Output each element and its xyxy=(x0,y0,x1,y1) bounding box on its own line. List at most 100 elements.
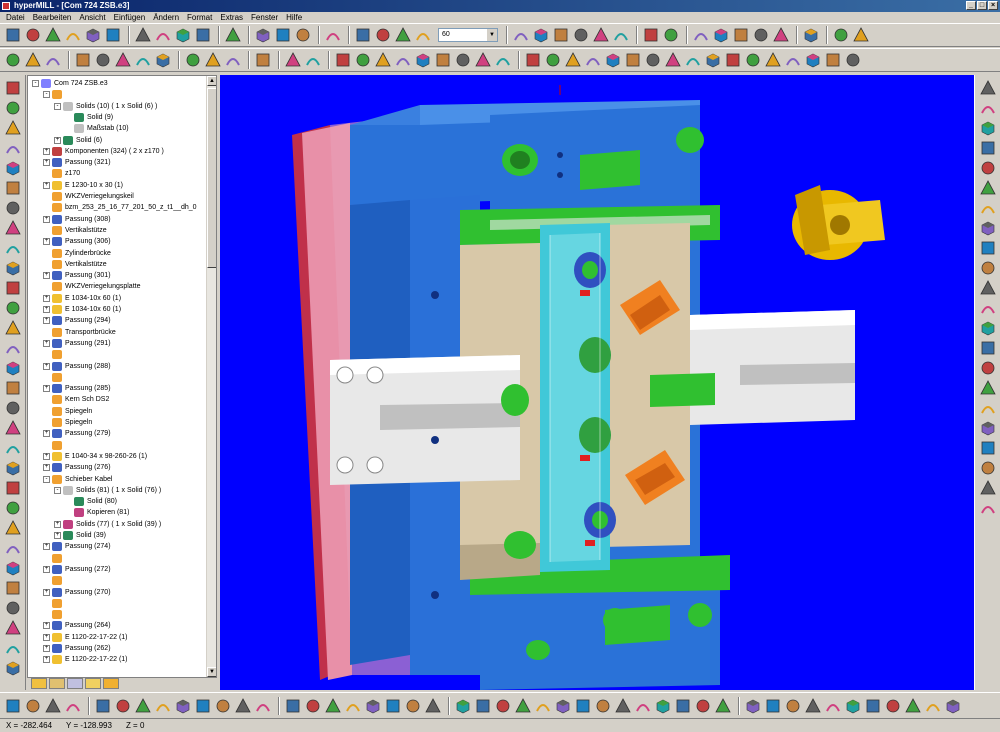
expand-icon[interactable]: + xyxy=(43,385,50,393)
tree-item[interactable]: + Komponenten (324) ( 2 x z170 ) xyxy=(43,146,164,157)
scroll-thumb[interactable] xyxy=(207,88,216,268)
box-icon[interactable] xyxy=(852,26,870,44)
print-preview-icon[interactable] xyxy=(354,26,372,44)
right-tool-18-icon[interactable] xyxy=(979,419,997,436)
fillet-icon[interactable] xyxy=(772,26,790,44)
edge-10-icon[interactable] xyxy=(704,51,722,69)
right-tool-10-icon[interactable] xyxy=(979,259,997,275)
filter-icon[interactable] xyxy=(24,51,42,69)
tree-item[interactable]: bzm_253_25_16_77_201_50_z_t1__dh_0 xyxy=(43,202,197,213)
left-tool-22-icon[interactable] xyxy=(4,499,22,515)
blue-6-icon[interactable] xyxy=(554,697,572,715)
tree-item[interactable]: Transportbrücke xyxy=(43,327,116,338)
expand-icon[interactable]: + xyxy=(43,633,50,641)
bulb-icon[interactable] xyxy=(374,26,392,44)
view-side-icon[interactable] xyxy=(224,51,242,69)
tool-6-icon[interactable] xyxy=(844,697,862,715)
tree-item[interactable] xyxy=(43,575,65,586)
collapse-icon[interactable]: - xyxy=(43,91,50,99)
color-icon[interactable] xyxy=(414,26,432,44)
right-tool-12-icon[interactable] xyxy=(979,299,997,315)
tree-item[interactable] xyxy=(43,349,65,360)
arc-3-icon[interactable] xyxy=(642,26,660,44)
tree-item[interactable]: + Solid (6) xyxy=(54,135,102,146)
view-front-icon[interactable] xyxy=(184,51,202,69)
tree-item[interactable]: + Passung (279) xyxy=(43,428,111,439)
left-tool-3-icon[interactable] xyxy=(4,119,22,135)
line-icon[interactable] xyxy=(592,26,610,44)
tree-item[interactable]: + Passung (291) xyxy=(43,338,111,349)
tree-item[interactable]: WKZVerriegelungskeil xyxy=(43,191,134,202)
surf-7-icon[interactable] xyxy=(454,51,472,69)
blue-4-icon[interactable] xyxy=(514,697,532,715)
tree-item[interactable]: - xyxy=(43,89,65,100)
tree-item[interactable]: - Solids (10) ( 1 x Solid (6) ) xyxy=(54,101,157,112)
browser-tab-tools[interactable] xyxy=(103,678,119,689)
tree-item[interactable]: z170 xyxy=(43,168,80,179)
tree-item[interactable]: + Passung (321) xyxy=(43,157,111,168)
tool-7-icon[interactable] xyxy=(864,697,882,715)
bool-4-icon[interactable] xyxy=(344,697,362,715)
left-tool-4-icon[interactable] xyxy=(4,139,22,155)
tree-item[interactable]: + E 1034-10x 60 (1) xyxy=(43,293,121,304)
expand-icon[interactable]: + xyxy=(43,656,50,664)
tool-8-icon[interactable] xyxy=(884,697,902,715)
bool-7-icon[interactable] xyxy=(404,697,422,715)
right-tool-14-icon[interactable] xyxy=(979,339,997,355)
expand-icon[interactable]: + xyxy=(43,159,50,167)
collapse-icon[interactable]: - xyxy=(43,475,50,483)
expand-icon[interactable]: + xyxy=(43,543,50,551)
right-tool-13-icon[interactable] xyxy=(979,319,997,336)
browser-tab-jobs[interactable] xyxy=(85,678,101,689)
feature-5-icon[interactable] xyxy=(174,697,192,715)
blue-2-icon[interactable] xyxy=(474,697,492,715)
view-top-icon[interactable] xyxy=(204,51,222,69)
feature-9-icon[interactable] xyxy=(254,697,272,715)
right-tool-19-icon[interactable] xyxy=(979,439,997,455)
left-tool-13-icon[interactable] xyxy=(4,319,22,335)
bool-5-icon[interactable] xyxy=(364,697,382,715)
blue-9-icon[interactable] xyxy=(614,697,632,715)
edge-14-icon[interactable] xyxy=(784,51,802,69)
right-tool-4-icon[interactable] xyxy=(979,139,997,155)
expand-icon[interactable]: + xyxy=(43,430,50,438)
save-icon[interactable] xyxy=(44,26,62,44)
tree-item[interactable]: WKZVerriegelungsplatte xyxy=(43,281,140,292)
trim-icon[interactable] xyxy=(712,26,730,44)
blue-8-icon[interactable] xyxy=(594,697,612,715)
right-tool-5-icon[interactable] xyxy=(979,159,997,175)
tree-item[interactable] xyxy=(43,372,65,383)
feature-7-icon[interactable] xyxy=(214,697,232,715)
tree-item[interactable]: + Passung (288) xyxy=(43,361,111,372)
right-tool-17-icon[interactable] xyxy=(979,399,997,415)
left-tool-8-icon[interactable] xyxy=(4,219,22,235)
print-icon[interactable] xyxy=(64,26,82,44)
blue-7-icon[interactable] xyxy=(574,697,592,715)
left-tool-23-icon[interactable] xyxy=(4,519,22,535)
tree-item[interactable]: + Passung (301) xyxy=(43,270,111,281)
left-tool-27-icon[interactable] xyxy=(4,599,22,615)
expand-icon[interactable]: + xyxy=(43,622,50,630)
wire-icon[interactable] xyxy=(114,51,132,69)
menu-item[interactable]: Fenster xyxy=(247,12,282,23)
menu-item[interactable]: Format xyxy=(183,12,216,23)
surf-2-icon[interactable] xyxy=(354,51,372,69)
tree-item[interactable]: Vertikalstütze xyxy=(43,259,107,270)
edge-3-icon[interactable] xyxy=(564,51,582,69)
tree-item[interactable]: + Passung (270) xyxy=(43,587,111,598)
expand-icon[interactable]: + xyxy=(43,565,50,573)
feature-4-icon[interactable] xyxy=(154,697,172,715)
left-tool-15-icon[interactable] xyxy=(4,359,22,376)
edge-16-icon[interactable] xyxy=(824,51,842,69)
tree-item[interactable]: + Solids (77) ( 1 x Solid (39) ) xyxy=(54,519,161,530)
left-tool-25-icon[interactable] xyxy=(4,559,22,576)
solid-icon[interactable] xyxy=(134,26,152,44)
expand-icon[interactable]: + xyxy=(43,147,50,155)
left-tool-6-icon[interactable] xyxy=(4,179,22,195)
collapse-icon[interactable]: - xyxy=(54,102,61,110)
table-icon[interactable] xyxy=(224,26,242,44)
left-tool-26-icon[interactable] xyxy=(4,579,22,595)
document-browser-tree[interactable]: - Com 724 ZSB.e3- - Solids (10) ( 1 x Solid… xyxy=(27,75,217,678)
menu-item[interactable]: Extras xyxy=(216,12,247,23)
tree-item[interactable]: + Passung (264) xyxy=(43,620,111,631)
